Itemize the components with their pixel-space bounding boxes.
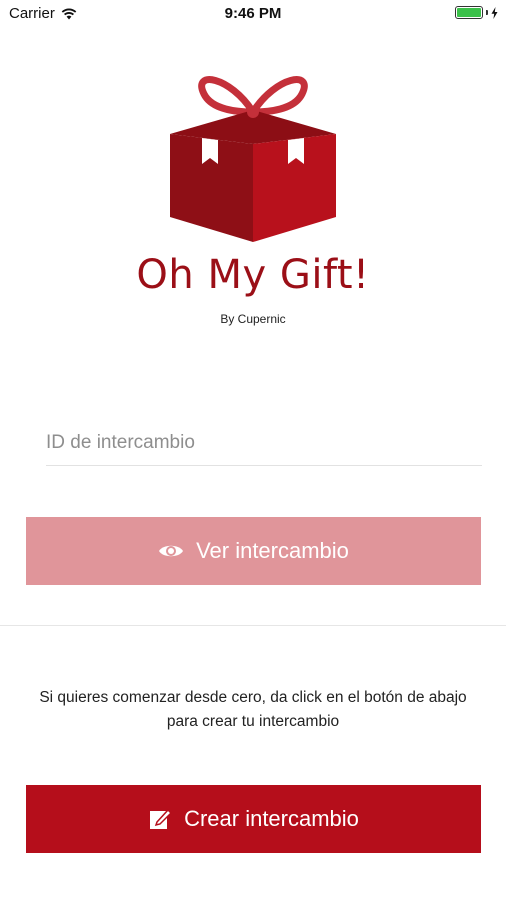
view-exchange-label: Ver intercambio (196, 538, 349, 563)
battery-indicator (455, 6, 498, 19)
battery-tip (486, 10, 488, 15)
battery-level (457, 8, 481, 17)
edit-icon (150, 808, 173, 829)
view-exchange-button[interactable]: Ver intercambio (26, 517, 481, 585)
create-exchange-button[interactable]: Crear intercambio (26, 785, 481, 853)
exchange-id-input[interactable] (46, 420, 482, 466)
status-bar: Carrier 9:46 PM (0, 0, 506, 28)
app-subtitle: By Cupernic (220, 312, 286, 326)
battery-icon (455, 6, 483, 19)
eye-icon (159, 545, 184, 557)
app-title: Oh My Gift! (136, 252, 370, 298)
section-divider (0, 625, 506, 626)
charging-bolt-icon (491, 6, 498, 19)
info-text: Si quieres comenzar desde cero, da click… (39, 689, 467, 730)
gift-box-icon (170, 76, 336, 242)
create-exchange-label: Crear intercambio (184, 806, 359, 831)
status-time: 9:46 PM (224, 5, 282, 22)
